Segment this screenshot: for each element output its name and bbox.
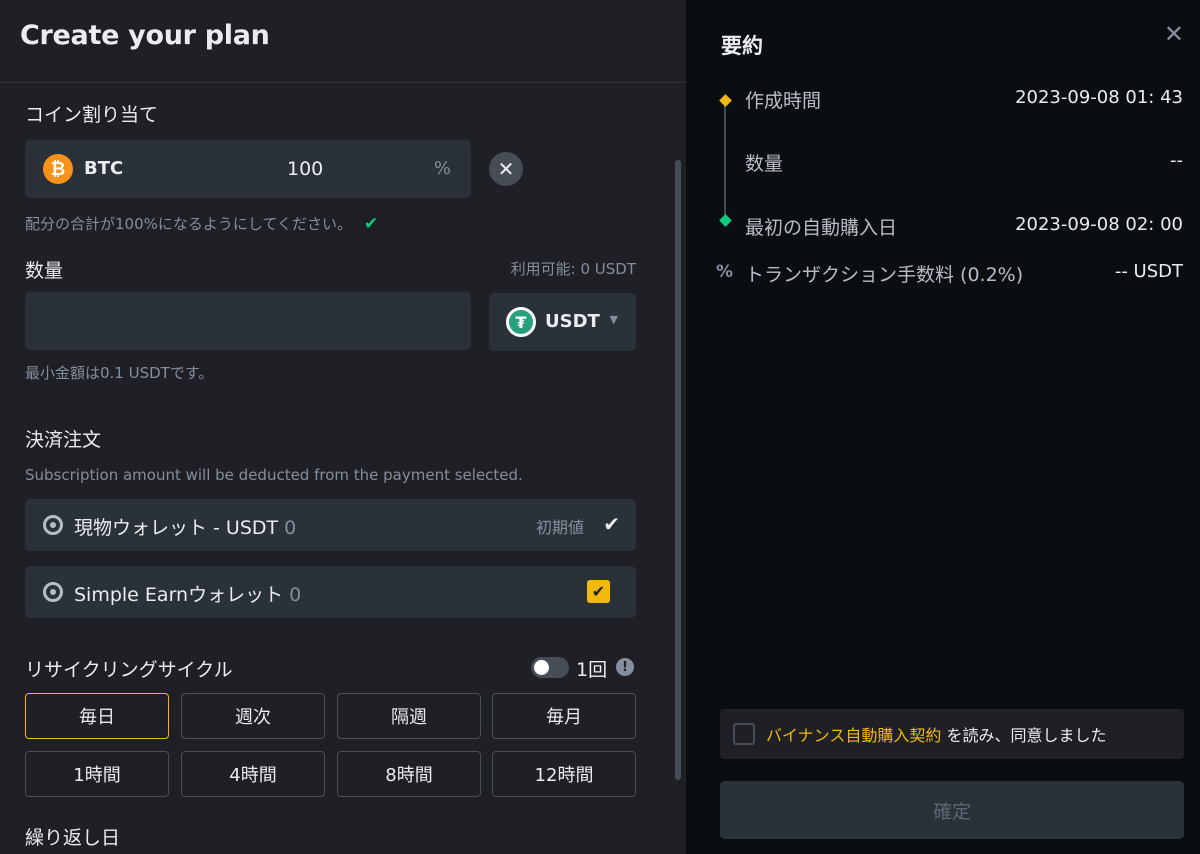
coin-name: BTC <box>84 158 124 179</box>
percent-unit: % <box>433 158 451 179</box>
confirm-button[interactable]: 確定 <box>720 781 1184 839</box>
cycle-option[interactable]: 毎月 <box>492 693 636 739</box>
currency-select[interactable]: ₮ USDT ▼ <box>489 293 636 351</box>
allocation-heading: コイン割り当て <box>25 104 159 126</box>
once-toggle[interactable] <box>531 657 569 678</box>
payment-heading: 決済注文 <box>25 429 102 451</box>
summary-title: 要約 <box>721 34 763 58</box>
agreement-link[interactable]: バイナンス自動購入契約 <box>766 726 941 745</box>
cycle-option[interactable]: 毎日 <box>25 693 169 739</box>
first-buy-label: 最初の自動購入日 <box>745 217 898 239</box>
quantity-value: -- <box>1170 150 1183 171</box>
fee-value: -- USDT <box>1114 261 1183 282</box>
wallet-label: 現物ウォレット - USDT 0 <box>74 513 296 540</box>
percent-icon: % <box>716 262 734 282</box>
wallet-label: Simple Earnウォレット 0 <box>74 580 301 607</box>
spot-wallet-option[interactable]: 現物ウォレット - USDT 0 初期値 ✔ <box>25 499 636 551</box>
agreement-suffix: を読み、同意しました <box>941 726 1107 745</box>
wallet-name: 現物ウォレット - USDT <box>74 517 279 539</box>
cycle-option[interactable]: 12時間 <box>492 751 636 797</box>
agreement-text: バイナンス自動購入契約 を読み、同意しました <box>766 722 1106 746</box>
wallet-icon <box>43 515 63 535</box>
info-icon[interactable]: ! <box>616 658 634 676</box>
simple-earn-wallet-option[interactable]: Simple Earnウォレット 0 ✔ <box>25 566 636 618</box>
timeline-dot <box>719 94 732 107</box>
payment-description: Subscription amount will be deducted fro… <box>25 466 523 484</box>
scrollbar[interactable] <box>675 160 681 780</box>
cycle-option[interactable]: 1時間 <box>25 751 169 797</box>
close-icon[interactable]: ✕ <box>1164 20 1184 48</box>
wallet-icon <box>43 582 63 602</box>
allocation-percent-input[interactable]: 100 <box>287 158 323 180</box>
agreement-row: バイナンス自動購入契約 を読み、同意しました <box>720 709 1184 759</box>
min-amount-hint: 最小金額は0.1 USDTです。 <box>25 364 214 382</box>
default-tag: 初期値 <box>535 518 584 537</box>
page-title: Create your plan <box>20 20 270 51</box>
timeline-line <box>724 106 726 218</box>
amount-input[interactable] <box>25 292 471 350</box>
repeat-day-heading: 繰り返し日 <box>25 827 121 849</box>
quantity-label: 数量 <box>745 153 784 175</box>
check-icon: ✔ <box>591 582 606 601</box>
caret-down-icon: ▼ <box>609 313 618 326</box>
coin-allocation-row: ₿ BTC 100 % <box>25 140 471 198</box>
check-icon: ✔ <box>603 512 620 536</box>
wallet-balance: 0 <box>284 517 297 539</box>
summary-panel: 要約 ✕ 作成時間 2023-09-08 01: 43 数量 -- 最初の自動購… <box>686 0 1200 854</box>
check-icon: ✔ <box>364 214 379 234</box>
wallet-balance: 0 <box>289 584 302 606</box>
first-buy-value: 2023-09-08 02: 00 <box>1015 214 1183 235</box>
cycle-option[interactable]: 隔週 <box>337 693 481 739</box>
allocation-hint: 配分の合計が100%になるようにしてください。 ✔ <box>25 213 378 234</box>
cycle-option[interactable]: 週次 <box>181 693 325 739</box>
amount-heading: 数量 <box>25 260 64 282</box>
btc-icon: ₿ <box>43 154 73 184</box>
once-label: 1回 <box>576 659 608 681</box>
wallet-name: Simple Earnウォレット <box>74 584 284 606</box>
created-time-label: 作成時間 <box>745 90 822 112</box>
agreement-checkbox[interactable] <box>733 723 755 745</box>
usdt-icon: ₮ <box>506 307 536 337</box>
remove-coin-button[interactable]: ✕ <box>489 152 523 186</box>
timeline-dot <box>719 214 732 227</box>
recurring-heading: リサイクリングサイクル <box>25 659 233 681</box>
cycle-option[interactable]: 8時間 <box>337 751 481 797</box>
cycle-option[interactable]: 4時間 <box>181 751 325 797</box>
create-plan-panel: Create your plan コイン割り当て ₿ BTC 100 % ✕ 配… <box>0 0 686 854</box>
currency-label: USDT <box>545 311 600 332</box>
created-time-value: 2023-09-08 01: 43 <box>1015 87 1183 108</box>
close-icon: ✕ <box>497 157 515 181</box>
available-balance: 利用可能: 0 USDT <box>510 260 636 278</box>
header-divider <box>0 82 686 83</box>
allocation-hint-text: 配分の合計が100%になるようにしてください。 <box>25 215 352 233</box>
fee-label: トランザクション手数料 (0.2%) <box>745 264 1024 286</box>
wallet-checkbox[interactable]: ✔ <box>587 580 610 603</box>
